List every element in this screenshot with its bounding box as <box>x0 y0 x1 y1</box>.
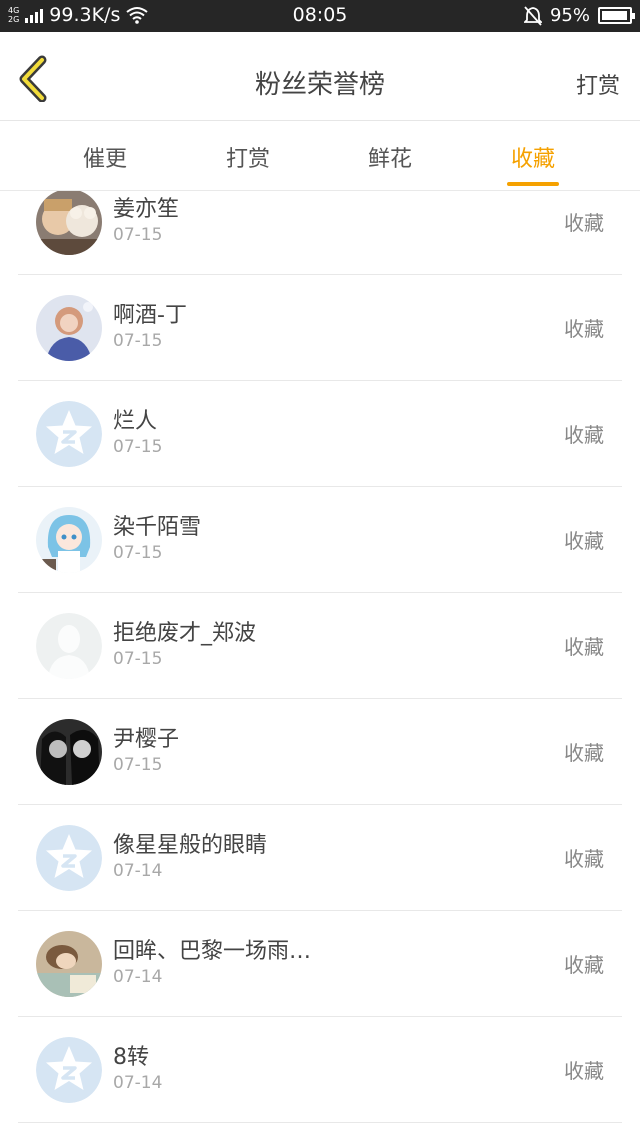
active-tab-indicator <box>507 182 559 186</box>
avatar[interactable] <box>36 191 102 255</box>
chevron-left-icon <box>19 55 47 103</box>
favorite-date: 07-14 <box>113 861 163 881</box>
avatar[interactable] <box>36 825 102 891</box>
favorite-date: 07-15 <box>113 543 163 563</box>
tab-tip[interactable]: 打赏 <box>198 141 298 173</box>
favorite-label: 收藏 <box>564 847 604 871</box>
user-name: 拒绝废才_郑波 <box>113 621 257 646</box>
tab-urge[interactable]: 催更 <box>55 141 155 173</box>
page-title: 粉丝荣誉榜 <box>254 70 385 100</box>
list-item[interactable]: 像星星般的眼睛 07-14 收藏 <box>18 805 622 911</box>
avatar[interactable] <box>36 1037 102 1103</box>
avatar[interactable] <box>36 931 102 997</box>
favorite-label: 收藏 <box>564 635 604 659</box>
status-bar: 4G 2G 99.3K/s 08:05 95% <box>0 0 640 32</box>
avatar[interactable] <box>36 719 102 785</box>
favorite-label: 收藏 <box>564 1059 604 1083</box>
favorite-label: 收藏 <box>564 741 604 765</box>
list-item[interactable]: 8转 07-14 收藏 <box>18 1017 622 1123</box>
user-name: 染千陌雪 <box>113 515 202 540</box>
favorite-label: 收藏 <box>564 529 604 553</box>
back-button[interactable] <box>14 54 58 103</box>
list-item[interactable]: 染千陌雪 07-15 收藏 <box>18 487 622 593</box>
default-star-avatar-icon <box>36 1037 102 1103</box>
tab-flowers[interactable]: 鲜花 <box>340 141 440 173</box>
list-item[interactable]: 拒绝废才_郑波 07-15 收藏 <box>18 593 622 699</box>
status-right: 95% <box>523 5 635 26</box>
header: 粉丝荣誉榜 打赏 <box>0 32 640 121</box>
list-item[interactable]: 姜亦笙 07-15 收藏 <box>18 191 622 275</box>
favorite-date: 07-15 <box>113 649 163 669</box>
user-name: 8转 <box>113 1045 149 1070</box>
tip-button[interactable]: 打赏 <box>576 68 620 100</box>
favorite-label: 收藏 <box>564 423 604 447</box>
avatar[interactable] <box>36 401 102 467</box>
favorite-date: 07-15 <box>113 755 163 775</box>
user-name: 回眸、巴黎一场雨… <box>113 939 312 964</box>
favorite-date: 07-15 <box>113 437 163 457</box>
user-name: 尹樱子 <box>113 727 180 752</box>
battery-icon <box>598 7 635 24</box>
tab-favorites[interactable]: 收藏 <box>483 141 583 173</box>
fan-list: 姜亦笙 07-15 收藏 啊酒-丁 07-15 收藏 烂人 07-15 收藏 染… <box>0 191 640 1138</box>
list-item[interactable]: 啊酒-丁 07-15 收藏 <box>18 275 622 381</box>
default-star-avatar-icon <box>36 825 102 891</box>
user-name: 啊酒-丁 <box>113 303 187 328</box>
favorite-date: 07-14 <box>113 1073 163 1093</box>
user-name: 烂人 <box>113 409 158 434</box>
avatar[interactable] <box>36 507 102 573</box>
user-name: 姜亦笙 <box>113 197 180 222</box>
default-star-avatar-icon <box>36 401 102 467</box>
tab-bar: 催更 打赏 鲜花 收藏 <box>0 121 640 191</box>
favorite-date: 07-15 <box>113 331 163 351</box>
user-name: 像星星般的眼睛 <box>113 833 268 858</box>
list-item[interactable]: 回眸、巴黎一场雨… 07-14 收藏 <box>18 911 622 1017</box>
favorite-label: 收藏 <box>564 317 604 341</box>
favorite-label: 收藏 <box>564 211 604 235</box>
battery-fill <box>602 11 627 20</box>
favorite-date: 07-14 <box>113 967 163 987</box>
battery-percent: 95% <box>549 5 590 26</box>
list-item[interactable]: 尹樱子 07-15 收藏 <box>18 699 622 805</box>
avatar[interactable] <box>36 295 102 361</box>
silhouette-avatar-icon <box>36 613 102 679</box>
list-item[interactable]: 烂人 07-15 收藏 <box>18 381 622 487</box>
favorite-date: 07-15 <box>113 225 163 245</box>
mute-bell-icon <box>523 5 542 26</box>
avatar[interactable] <box>36 613 102 679</box>
favorite-label: 收藏 <box>564 953 604 977</box>
